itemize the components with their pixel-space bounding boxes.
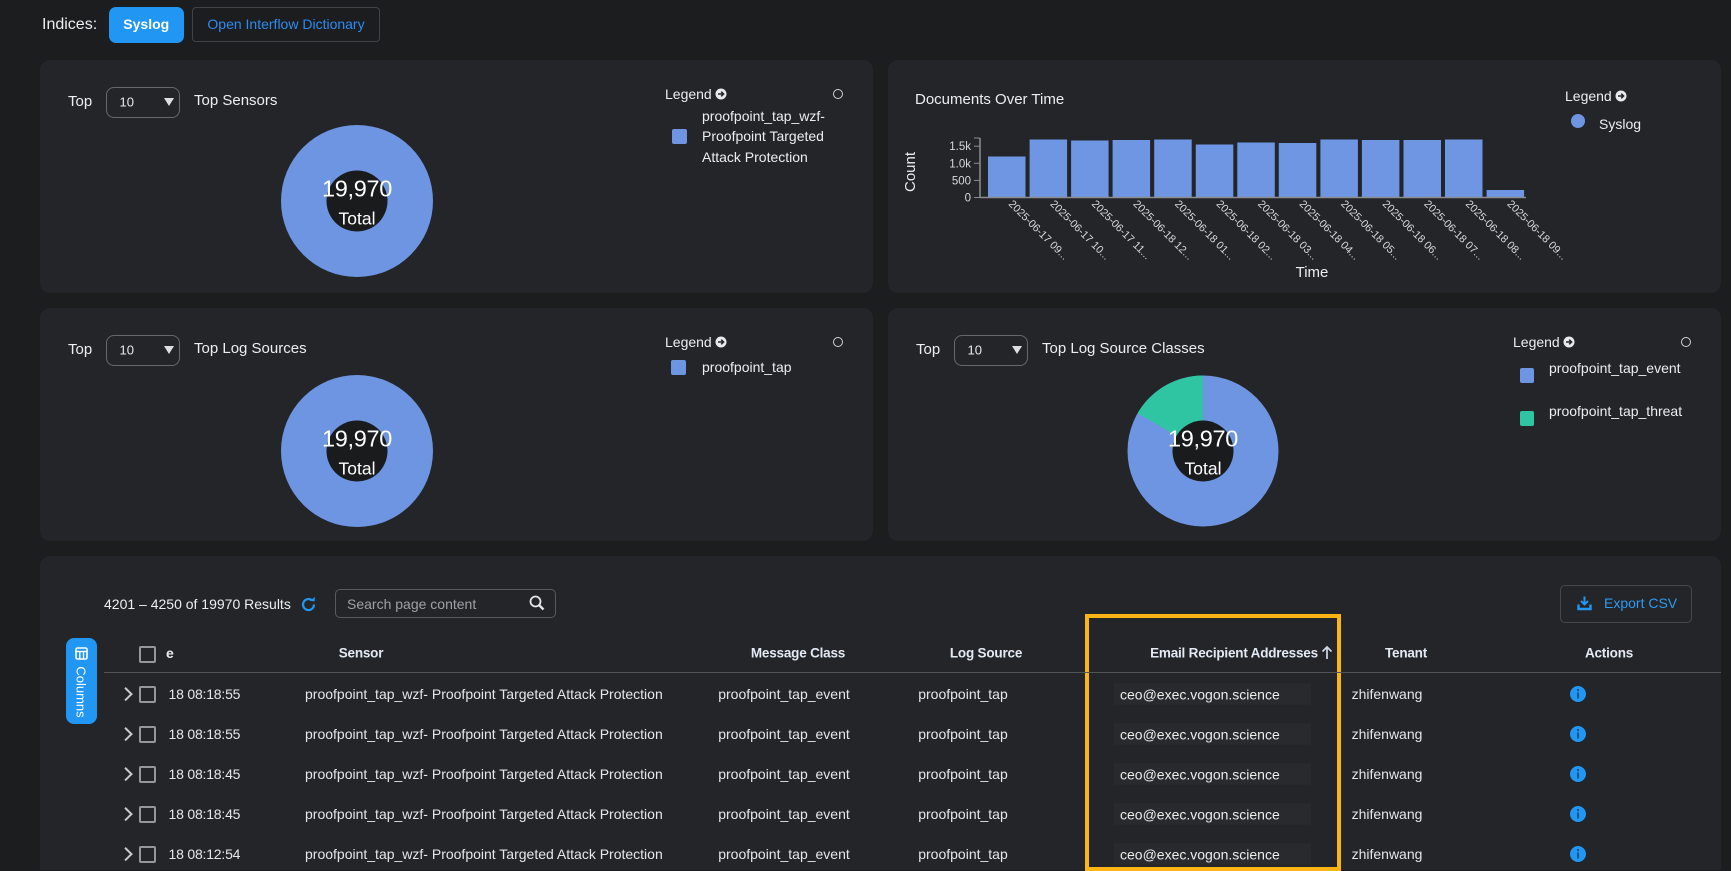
svg-text:500: 500 [952,175,971,187]
svg-text:1.5k: 1.5k [949,141,971,153]
svg-text:0: 0 [965,193,971,205]
svg-text:1.0k: 1.0k [949,158,971,170]
svg-text:Count: Count [902,151,919,192]
svg-text:Time: Time [1296,264,1329,281]
